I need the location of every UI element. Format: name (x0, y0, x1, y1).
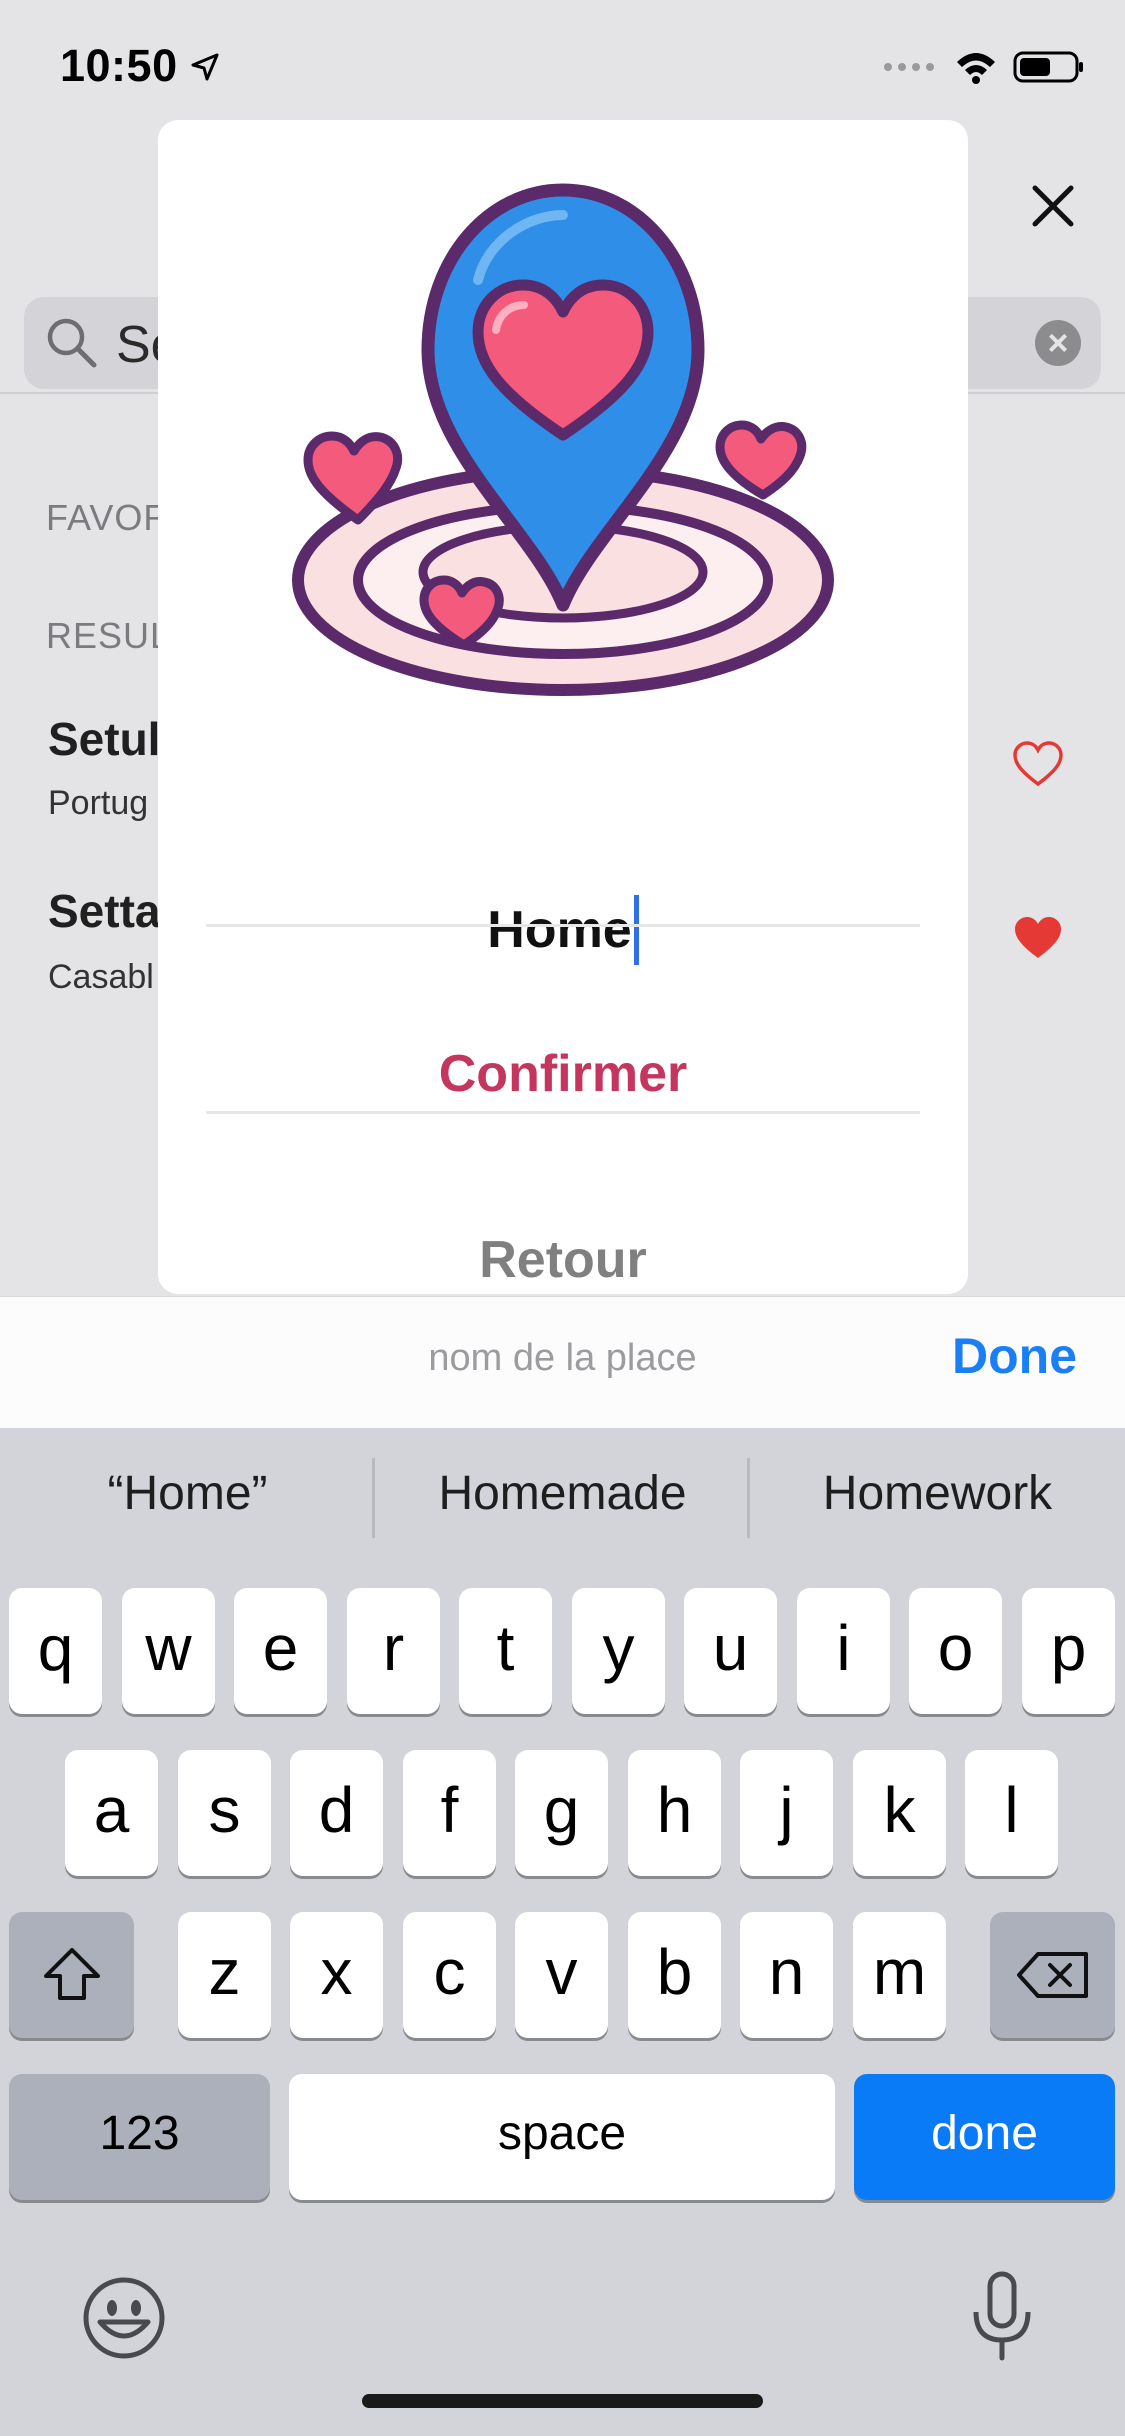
key[interactable]: u (684, 1588, 777, 1714)
return-key[interactable]: done (854, 2074, 1115, 2200)
result-subtitle: Portug (48, 784, 149, 822)
key[interactable]: l (965, 1750, 1058, 1876)
key[interactable]: i (797, 1588, 890, 1714)
wifi-icon (957, 53, 995, 84)
key[interactable]: y (572, 1588, 665, 1714)
key[interactable]: c (403, 1912, 496, 2038)
key[interactable]: b (628, 1912, 721, 2038)
results-section-label: RESUL (46, 615, 172, 656)
key[interactable]: f (403, 1750, 496, 1876)
key[interactable]: d (290, 1750, 383, 1876)
place-name-input[interactable]: Home (158, 895, 968, 966)
key[interactable]: j (740, 1750, 833, 1876)
shift-key[interactable] (9, 1912, 134, 2038)
key[interactable]: x (290, 1912, 383, 2038)
suggestion-item[interactable]: “Home” (0, 1466, 375, 1521)
confirm-button[interactable]: Confirmer (158, 1014, 968, 1134)
toolbar-done-button[interactable]: Done (952, 1327, 1077, 1385)
key[interactable]: z (178, 1912, 271, 2038)
key[interactable]: n (740, 1912, 833, 2038)
numbers-key[interactable]: 123 (9, 2074, 270, 2200)
result-title[interactable]: Setul (48, 712, 160, 766)
delete-key[interactable] (990, 1912, 1115, 2038)
key[interactable]: g (515, 1750, 608, 1876)
favorites-section-label: FAVOR (46, 497, 171, 538)
battery-icon (1013, 51, 1083, 83)
key[interactable]: o (909, 1588, 1002, 1714)
status-time: 10:50 (60, 40, 178, 91)
place-name-dialog: Home Confirmer Retour (158, 120, 968, 1294)
signal-icon (884, 63, 934, 71)
key[interactable]: m (853, 1912, 946, 2038)
divider (206, 924, 920, 927)
search-icon (47, 318, 97, 368)
key[interactable]: v (515, 1912, 608, 2038)
key[interactable]: e (234, 1588, 327, 1714)
heart-outline-icon[interactable] (1012, 740, 1064, 788)
home-indicator[interactable] (362, 2394, 763, 2408)
key[interactable]: h (628, 1750, 721, 1876)
place-name-value: Home (487, 901, 632, 959)
location-hearts-illustration (292, 183, 834, 696)
result-subtitle: Casabl (48, 958, 154, 996)
result-title[interactable]: Setta (48, 884, 160, 938)
backspace-icon (1016, 1952, 1088, 1998)
key[interactable]: p (1022, 1588, 1115, 1714)
space-key[interactable]: space (289, 2074, 835, 2200)
key[interactable]: k (853, 1750, 946, 1876)
location-arrow-icon (191, 53, 219, 81)
suggestion-item[interactable]: Homemade (375, 1466, 750, 1521)
key[interactable]: t (459, 1588, 552, 1714)
divider (206, 1111, 920, 1114)
heart-filled-icon[interactable] (1012, 914, 1064, 962)
key[interactable]: s (178, 1750, 271, 1876)
microphone-icon[interactable] (970, 2270, 1034, 2362)
suggestion-bar: “Home” Homemade Homework (0, 1428, 1125, 1576)
keyboard-toolbar: nom de la place Done (0, 1296, 1125, 1428)
key[interactable]: w (122, 1588, 215, 1714)
key[interactable]: q (9, 1588, 102, 1714)
close-icon[interactable] (1025, 178, 1081, 234)
emoji-icon[interactable] (82, 2276, 166, 2360)
key[interactable]: r (347, 1588, 440, 1714)
suggestion-item[interactable]: Homework (750, 1466, 1125, 1521)
key[interactable]: a (65, 1750, 158, 1876)
clear-search-icon[interactable]: × (1035, 320, 1081, 366)
shift-icon (43, 1948, 100, 2000)
keyboard: “Home” Homemade Homework q w e r t y u i… (0, 1428, 1125, 2436)
text-cursor (633, 895, 639, 966)
status-indicators (883, 50, 1085, 84)
